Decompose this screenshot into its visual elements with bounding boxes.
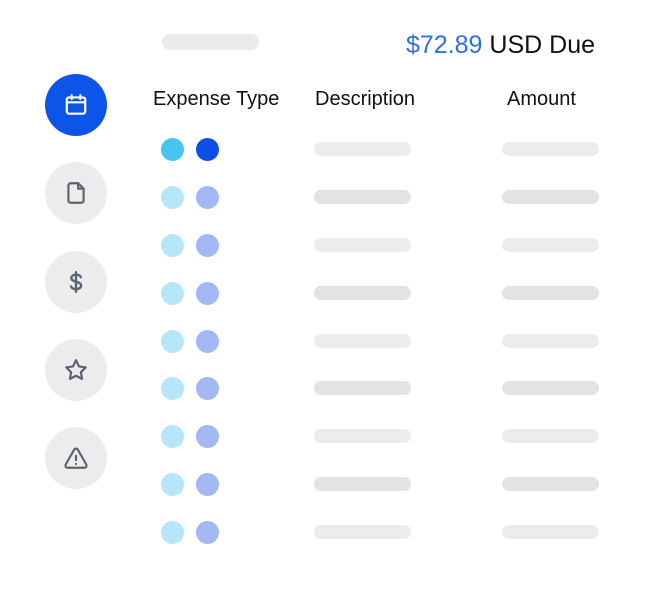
table-row[interactable] [150, 282, 610, 308]
type-dot-cyan [161, 234, 184, 257]
table-row[interactable] [150, 473, 610, 499]
amount-due-value: $72.89 [405, 31, 483, 59]
warning-icon [64, 447, 88, 469]
sidebar-item-dollar[interactable] [45, 251, 107, 313]
amount-placeholder [502, 190, 599, 204]
description-placeholder [314, 238, 411, 252]
amount-placeholder [502, 142, 599, 156]
description-placeholder [314, 525, 411, 539]
column-header-amount: Amount [507, 88, 576, 110]
table-row[interactable] [150, 138, 610, 164]
type-dot-blue [196, 330, 219, 353]
type-dot-cyan [161, 521, 184, 544]
amount-placeholder [502, 381, 599, 395]
table-row[interactable] [150, 234, 610, 260]
type-dot-blue [196, 186, 219, 209]
description-placeholder [314, 142, 411, 156]
description-placeholder [314, 334, 411, 348]
amount-placeholder [502, 477, 599, 491]
star-icon [65, 359, 87, 380]
type-dot-cyan [161, 377, 184, 400]
description-placeholder [314, 429, 411, 443]
sidebar-item-calendar[interactable] [45, 74, 107, 136]
type-dot-blue [196, 138, 219, 161]
type-dot-cyan [161, 473, 184, 496]
type-dot-blue [196, 521, 219, 544]
type-dot-cyan [161, 138, 184, 161]
document-icon [67, 182, 85, 204]
calendar-icon [65, 94, 87, 115]
amount-placeholder [502, 525, 599, 539]
sidebar-item-document[interactable] [45, 162, 107, 224]
type-dot-blue [196, 234, 219, 257]
type-dot-cyan [161, 425, 184, 448]
amount-placeholder [502, 429, 599, 443]
table-row[interactable] [150, 521, 610, 547]
amount-due-label: USD Due [489, 31, 595, 59]
table-row[interactable] [150, 377, 610, 403]
type-dot-blue [196, 377, 219, 400]
column-header-expense-type: Expense Type [153, 88, 280, 110]
sidebar-item-warning[interactable] [45, 427, 107, 489]
table-row[interactable] [150, 425, 610, 451]
description-placeholder [314, 477, 411, 491]
type-dot-blue [196, 473, 219, 496]
amount-placeholder [502, 238, 599, 252]
type-dot-cyan [161, 282, 184, 305]
type-dot-blue [196, 282, 219, 305]
sidebar-item-star[interactable] [45, 339, 107, 401]
description-placeholder [314, 381, 411, 395]
type-dot-cyan [161, 186, 184, 209]
column-header-description: Description [315, 88, 416, 110]
type-dot-blue [196, 425, 219, 448]
description-placeholder [314, 190, 411, 204]
table-row[interactable] [150, 186, 610, 212]
table-row[interactable] [150, 330, 610, 356]
amount-placeholder [502, 286, 599, 300]
title-placeholder [162, 34, 259, 50]
amount-due: $72.89 USD Due [406, 30, 595, 60]
amount-placeholder [502, 334, 599, 348]
dollar-icon [69, 271, 83, 293]
type-dot-cyan [161, 330, 184, 353]
description-placeholder [314, 286, 411, 300]
